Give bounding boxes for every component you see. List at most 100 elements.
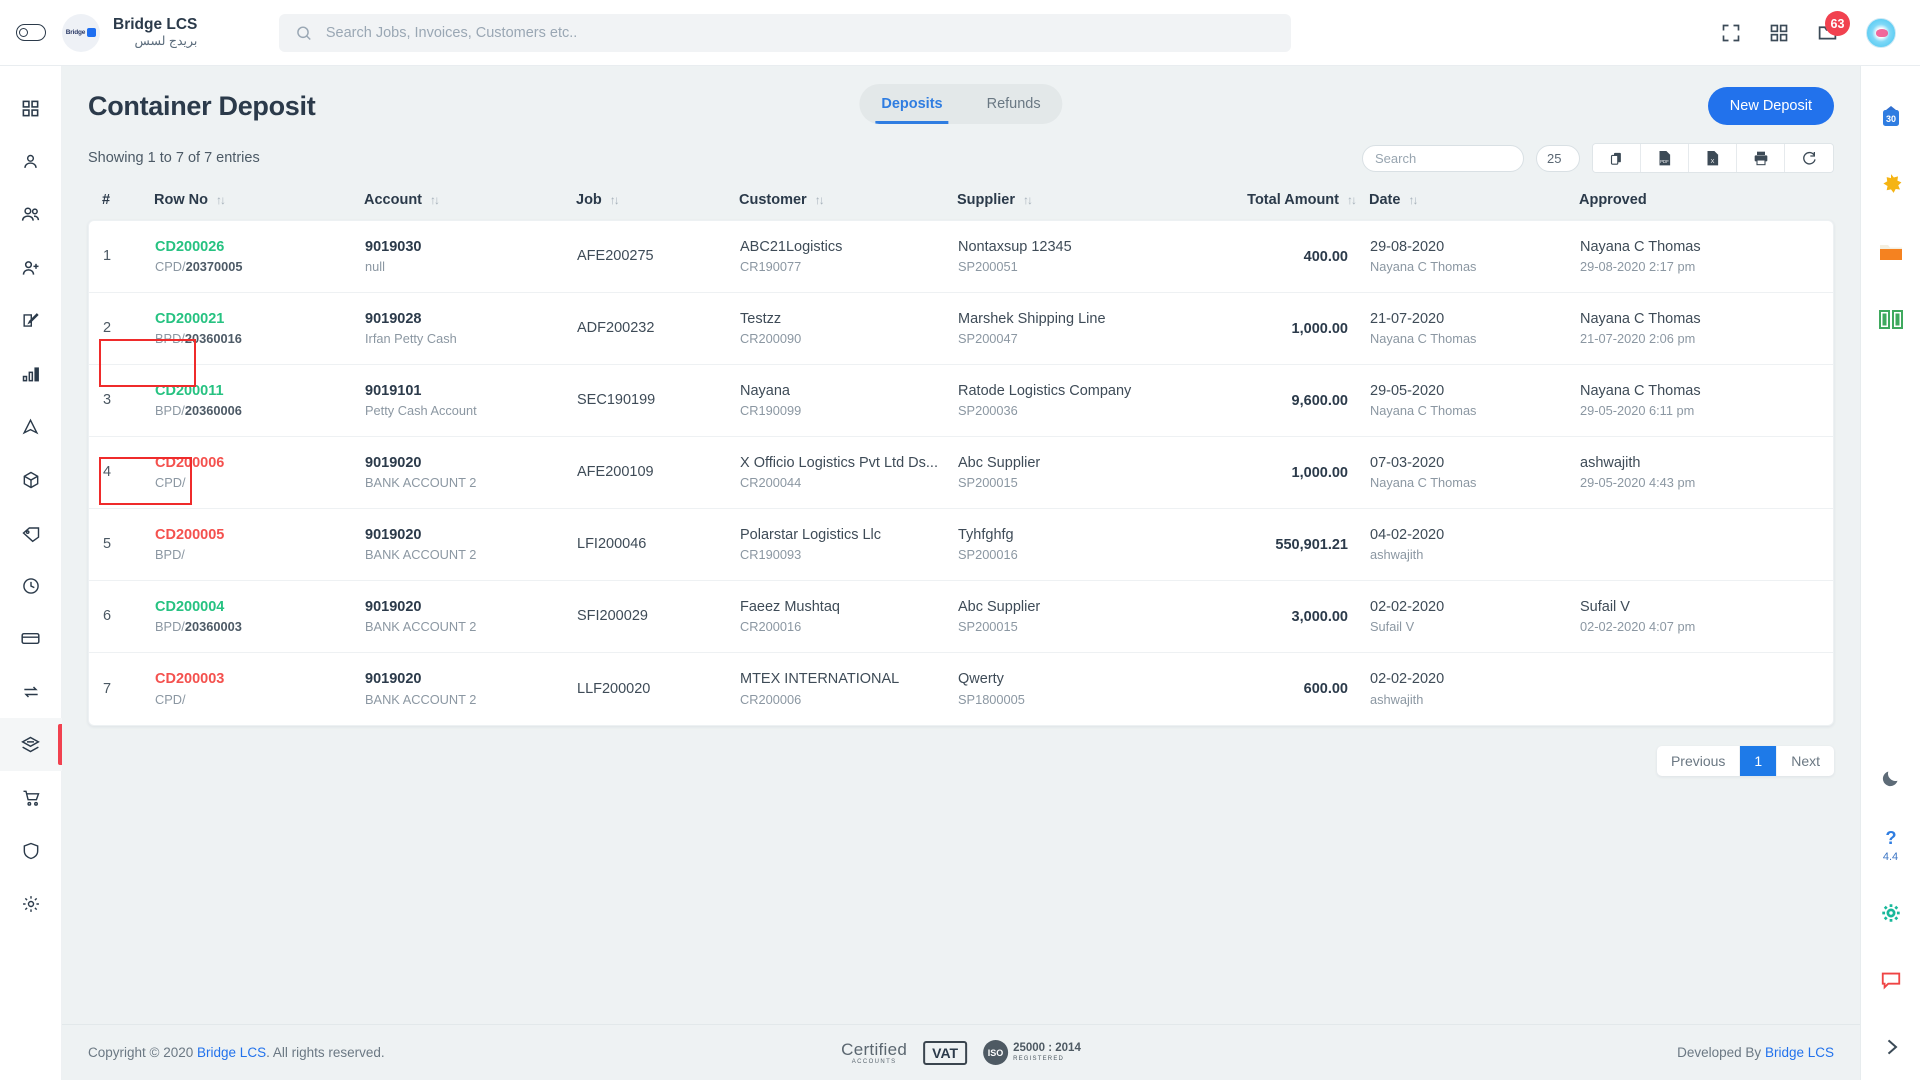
column-header-customer[interactable]: Customer ↑↓ [725, 192, 943, 208]
help-version-label: 4.4 [1882, 851, 1899, 863]
sidebar-item-navigation[interactable] [0, 400, 62, 453]
global-search [279, 13, 1292, 52]
sidebar-toggle-button[interactable] [0, 24, 62, 41]
cart-icon [23, 790, 40, 806]
cell-approved: Sufail V 02-02-2020 4:07 pm [1580, 598, 1696, 635]
sidebar-item-security[interactable] [0, 824, 62, 877]
global-search-input[interactable] [325, 24, 1276, 41]
column-header-total-amount[interactable]: Total Amount ↑↓ [1155, 192, 1357, 208]
new-deposit-button[interactable]: New Deposit [1707, 87, 1834, 125]
brand[interactable]: Bridge Bridge LCS بريدج لسس [62, 13, 197, 52]
sidebar-item-reports[interactable] [0, 347, 62, 400]
tab-deposits[interactable]: Deposits [859, 84, 964, 124]
copyright: Copyright © 2020 Bridge LCS. All rights … [88, 1045, 385, 1060]
entries-info: Showing 1 to 7 of 7 entries [88, 150, 260, 166]
sidebar-item-history[interactable] [0, 559, 62, 612]
row-no-link[interactable]: CD200021 [155, 310, 351, 328]
right-item-calendar[interactable]: 30 [1879, 84, 1903, 151]
gear-icon [1881, 903, 1900, 922]
sidebar-item-packages[interactable] [0, 453, 62, 506]
cell-index: 5 [103, 536, 112, 553]
cell-date: 29-08-2020 Nayana C Thomas [1370, 238, 1477, 275]
sidebar-item-settings[interactable] [0, 877, 62, 930]
cell-supplier: Nontaxsup 12345 SP200051 [958, 238, 1072, 275]
svg-text:?: ? [1885, 828, 1896, 848]
vat-badge: VAT [923, 1040, 968, 1065]
sidebar-item-add-user[interactable] [0, 241, 62, 294]
cell-account: 9019020 BANK ACCOUNT 2 [365, 526, 477, 563]
cell-row-no: CD200026 CPD/20370005 [141, 238, 351, 275]
apps-grid-button[interactable] [1769, 23, 1789, 43]
cell-supplier: Qwerty SP1800005 [958, 671, 1025, 707]
refresh-button[interactable] [1785, 144, 1833, 172]
sidebar-item-dashboard[interactable] [0, 82, 62, 135]
sidebar-item-payments[interactable] [0, 612, 62, 665]
svg-text:X: X [1711, 158, 1715, 164]
footer-brand-link[interactable]: Bridge LCS [197, 1045, 266, 1060]
table-row[interactable]: 3 CD200011 BPD/20360006 9019101 Petty Cas… [89, 365, 1833, 437]
column-header-job[interactable]: Job ↑↓ [562, 192, 725, 208]
search-icon [297, 25, 312, 40]
gear-icon [22, 895, 39, 912]
right-item-highlights[interactable] [1878, 151, 1904, 218]
notifications-button[interactable]: 63 [1817, 11, 1850, 43]
user-avatar[interactable] [1866, 17, 1896, 48]
right-item-knowledge-base[interactable] [1878, 285, 1904, 352]
navigation-icon [22, 418, 39, 435]
sidebar-item-user[interactable] [0, 135, 62, 188]
table-row[interactable]: 4 CD200006 CPD/ 9019020 BANK ACCOUNT 2 AF… [89, 437, 1833, 509]
column-header-date[interactable]: Date ↑↓ [1355, 192, 1565, 208]
grid-icon [22, 100, 39, 117]
row-no-link[interactable]: CD200011 [155, 382, 351, 400]
fullscreen-button[interactable] [1721, 23, 1741, 43]
column-header-account[interactable]: Account ↑↓ [350, 192, 562, 208]
sidebar-item-purchase[interactable] [0, 771, 62, 824]
pagination-previous[interactable]: Previous [1657, 746, 1741, 776]
notification-badge: 63 [1825, 11, 1850, 36]
row-no-link[interactable]: CD200006 [155, 454, 351, 472]
right-item-files[interactable] [1878, 218, 1904, 285]
sidebar-item-tags[interactable] [0, 506, 62, 559]
sidebar-item-transfers[interactable] [0, 665, 62, 718]
cell-customer: ABC21Logistics CR190077 [740, 238, 843, 275]
tab-refunds[interactable]: Refunds [965, 84, 1063, 124]
question-icon: ? [1885, 828, 1896, 848]
row-no-link[interactable]: CD200026 [155, 238, 351, 256]
sidebar-item-edit[interactable] [0, 294, 62, 347]
pdf-export-button[interactable]: PDF [1641, 144, 1689, 172]
developed-by: Developed By Bridge LCS [1677, 1045, 1834, 1060]
right-item-expand[interactable] [1881, 1013, 1901, 1080]
row-reference: BPD/20360003 [155, 619, 242, 635]
copy-button[interactable] [1593, 144, 1641, 172]
row-no-link[interactable]: CD200003 [155, 670, 351, 688]
pagination-page-1[interactable]: 1 [1740, 746, 1778, 776]
table-row[interactable]: 2 CD200021 BPD/20360016 9019028 Irfan Pet… [89, 293, 1833, 365]
right-item-chat[interactable] [1880, 946, 1902, 1013]
cell-job: LFI200046 [577, 536, 647, 553]
table-row[interactable]: 5 CD200005 BPD/ 9019020 BANK ACCOUNT 2 LF… [89, 509, 1833, 581]
table-search-input[interactable] [1362, 144, 1524, 172]
sidebar-item-users[interactable] [0, 188, 62, 241]
table-row[interactable]: 7 CD200003 CPD/ 9019020 BANK ACCOUNT 2 LL… [89, 653, 1833, 725]
page-length-input[interactable] [1536, 144, 1580, 172]
print-button[interactable] [1737, 144, 1785, 172]
row-no-link[interactable]: CD200004 [155, 598, 351, 616]
sidebar-item-container-deposit[interactable] [0, 718, 62, 771]
export-button-group: PDF X [1592, 143, 1834, 173]
column-header-supplier[interactable]: Supplier ↑↓ [943, 192, 1155, 208]
right-item-settings[interactable] [1880, 879, 1902, 946]
right-item-help[interactable]: ? 4.4 [1881, 812, 1901, 879]
right-item-dark-mode[interactable] [1880, 745, 1901, 812]
table-row[interactable]: 1 CD200026 CPD/20370005 9019030 null AFE2… [89, 221, 1833, 293]
copy-icon [1610, 152, 1621, 165]
cell-job: LLF200020 [577, 680, 651, 697]
table-toolbar: Showing 1 to 7 of 7 entries PDF [62, 128, 1860, 180]
row-no-link[interactable]: CD200005 [155, 526, 351, 544]
column-header-row-no[interactable]: Row No ↑↓ [140, 192, 350, 208]
table-row[interactable]: 6 CD200004 BPD/20360003 9019020 BANK ACCO… [89, 581, 1833, 653]
users-icon [21, 207, 40, 221]
pagination-next[interactable]: Next [1777, 746, 1834, 776]
developer-link[interactable]: Bridge LCS [1765, 1045, 1834, 1060]
cell-approved [1566, 543, 1796, 546]
excel-export-button[interactable]: X [1689, 144, 1737, 172]
